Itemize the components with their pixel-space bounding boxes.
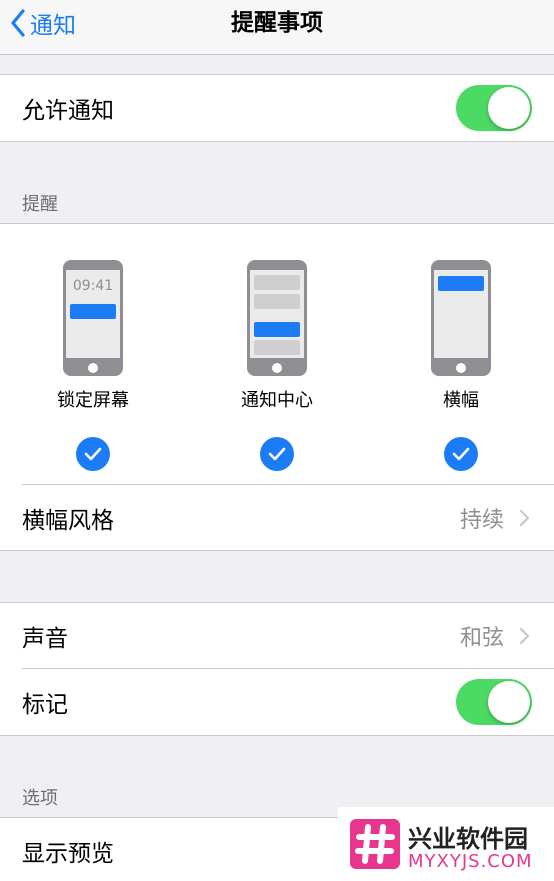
toggle-knob bbox=[488, 87, 530, 129]
banner-style-value: 持续 bbox=[459, 508, 504, 533]
navigation-bar: 通知 提醒事项 bbox=[0, 0, 554, 55]
allow-notifications-row: 允许通知 bbox=[0, 75, 554, 141]
banner-style-row[interactable]: 横幅风格 持续 bbox=[0, 485, 554, 551]
alert-style-lock-screen[interactable]: 09:41 锁定屏幕 bbox=[23, 260, 163, 471]
badges-label: 标记 bbox=[22, 692, 68, 718]
alert-style-label: 通知中心 bbox=[241, 390, 313, 411]
alert-style-label: 锁定屏幕 bbox=[57, 390, 129, 411]
sounds-label: 声音 bbox=[22, 626, 68, 652]
sounds-value: 和弦 bbox=[459, 626, 504, 651]
banner-style-label: 横幅风格 bbox=[22, 508, 114, 534]
show-previews-label: 显示预览 bbox=[22, 841, 114, 867]
hash-logo-icon bbox=[350, 819, 400, 869]
checkmark-icon[interactable] bbox=[76, 437, 110, 471]
settings-page: 通知 提醒事项 允许通知 提醒 09:41 锁定屏幕 通知中心 横幅 横幅风格 … bbox=[0, 0, 554, 881]
alerts-section-header: 提醒 bbox=[22, 194, 58, 215]
notification-center-phone-icon bbox=[247, 260, 307, 376]
allow-notifications-label: 允许通知 bbox=[22, 98, 114, 124]
allow-notifications-toggle[interactable] bbox=[456, 85, 532, 131]
page-title: 提醒事项 bbox=[231, 10, 323, 36]
banners-phone-icon bbox=[431, 260, 491, 376]
watermark-url: MYXYJS.COM bbox=[408, 851, 533, 872]
checkmark-icon[interactable] bbox=[260, 437, 294, 471]
watermark-logo: 兴业软件园 MYXYJS.COM bbox=[338, 807, 554, 881]
chevron-right-icon bbox=[519, 509, 530, 531]
lock-screen-time: 09:41 bbox=[72, 278, 114, 294]
chevron-right-icon bbox=[519, 627, 530, 649]
allow-notifications-group: 允许通知 bbox=[0, 74, 554, 142]
alert-style-label: 横幅 bbox=[443, 390, 479, 411]
options-section-header: 选项 bbox=[22, 788, 58, 809]
watermark-name: 兴业软件园 bbox=[408, 825, 528, 853]
lock-screen-phone-icon: 09:41 bbox=[63, 260, 123, 376]
badges-toggle[interactable] bbox=[456, 679, 532, 725]
alert-styles-panel: 09:41 锁定屏幕 通知中心 横幅 横幅风格 持续 bbox=[0, 223, 554, 551]
alert-style-notification-center[interactable]: 通知中心 bbox=[207, 260, 347, 471]
badges-row: 标记 bbox=[0, 669, 554, 735]
alert-style-banners[interactable]: 横幅 bbox=[391, 260, 531, 471]
checkmark-icon[interactable] bbox=[444, 437, 478, 471]
sounds-badges-group: 声音 和弦 标记 bbox=[0, 602, 554, 736]
sounds-row[interactable]: 声音 和弦 bbox=[0, 603, 554, 669]
toggle-knob bbox=[488, 681, 530, 723]
